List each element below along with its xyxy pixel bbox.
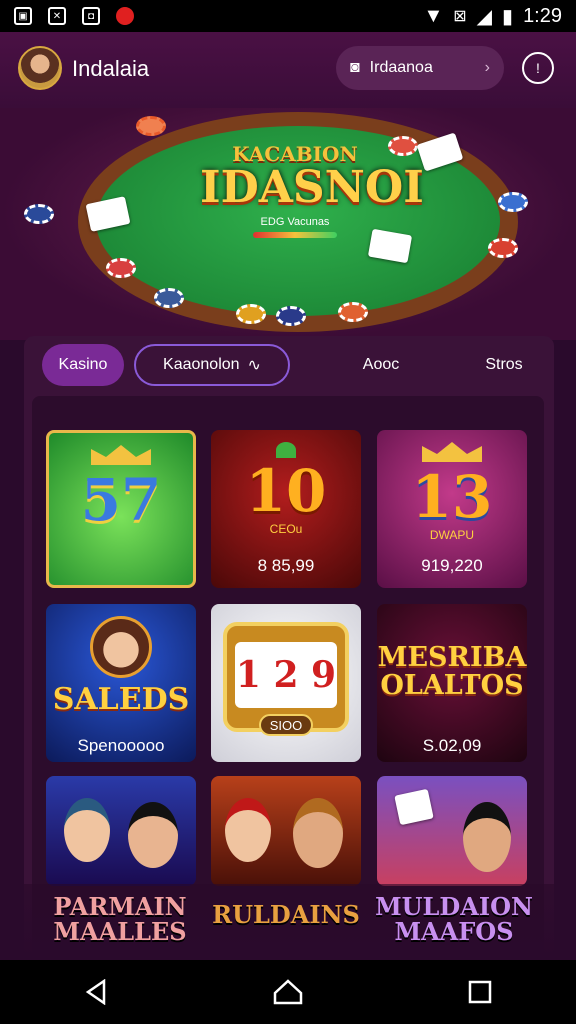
back-icon [85, 979, 106, 1005]
hero-tagline: EDG Vacunas [260, 216, 330, 228]
crown-icon [91, 445, 151, 465]
hero-banner[interactable]: KACABION IDASNOI EDG Vacunas [0, 108, 576, 340]
chip-icon [276, 306, 306, 326]
game-tile[interactable]: 57 [46, 430, 196, 588]
tab-aooc[interactable]: Aooc [348, 344, 414, 386]
notification-icons: ▣ ✕ ◘ [14, 7, 134, 25]
game-titles-row: PARMAIN MAALLES RULDAINS MULDAION MAAFOS [24, 884, 554, 960]
brand-name: Indalaia [72, 56, 150, 81]
crown-icon [422, 442, 482, 462]
character-portrait [64, 798, 110, 862]
game-tile[interactable]: 1 2 9 SIOO [211, 604, 361, 762]
chip-icon [338, 302, 368, 322]
tools-icon: ✕ [48, 7, 66, 25]
game-title[interactable]: PARMAIN MAALLES [40, 894, 200, 945]
home-button[interactable] [268, 972, 308, 1012]
system-icons: ▼ ⊠ ◢ ▮ 1:29 [423, 4, 562, 29]
game-tile[interactable]: 13 DWAPU 919,220 [377, 430, 527, 588]
account-pill[interactable]: ◙ Irdaanoa › [336, 46, 504, 90]
system-nav-bar [0, 960, 576, 1024]
info-button[interactable]: ! [522, 52, 554, 84]
game-number: 10 [245, 457, 327, 525]
game-title[interactable]: RULDAINS [206, 902, 366, 927]
slot-reels: 1 2 9 [235, 642, 337, 708]
slot-label: SIOO [259, 714, 313, 736]
game-tile[interactable] [211, 776, 361, 886]
camera-icon: ◙ [350, 59, 360, 76]
signal-icon: ◢ [476, 5, 493, 28]
status-bar: ▣ ✕ ◘ ▼ ⊠ ◢ ▮ 1:29 [0, 0, 576, 32]
avatar[interactable] [18, 46, 62, 90]
hero-progress-bar [253, 232, 337, 238]
battery-icon: ▮ [502, 5, 514, 28]
chevron-right-icon: › [484, 59, 490, 76]
game-tile[interactable]: MESRIBA OLALTOS S.02,09 [377, 604, 527, 762]
tab-label: Stros [485, 356, 523, 373]
recents-button[interactable] [460, 972, 500, 1012]
game-title[interactable]: MULDAION MAAFOS [374, 894, 534, 945]
tab-label: Aooc [362, 356, 400, 373]
tab-kaaonolon[interactable]: Kaaonolon ∿ [134, 344, 290, 386]
game-amount: 8 85,99 [257, 556, 315, 575]
chip-icon [154, 288, 184, 308]
chip-icon [236, 304, 266, 324]
game-title: MESRIBA OLALTOS [377, 642, 527, 702]
gallery-icon: ▣ [14, 7, 32, 25]
recents-icon [468, 980, 492, 1004]
hero-title-block: KACABION IDASNOI EDG Vacunas [200, 142, 424, 238]
photo-icon: ◘ [82, 7, 100, 25]
game-amount: 919,220 [421, 556, 483, 575]
chip-icon [488, 238, 518, 258]
wave-icon: ∿ [247, 357, 261, 374]
character-portrait [90, 616, 152, 678]
character-portrait [463, 802, 511, 872]
game-tile[interactable]: SALEDS Spenooooo [46, 604, 196, 762]
info-icon: ! [536, 60, 540, 76]
character-portrait [225, 798, 271, 862]
wifi-icon: ▼ [423, 4, 444, 27]
game-number: 57 [80, 466, 162, 534]
tab-kasino[interactable]: Kasino [42, 344, 124, 386]
game-amount: Spenooooo [77, 736, 165, 755]
character-portrait [293, 798, 343, 868]
game-tile[interactable] [377, 776, 527, 886]
game-caption: DWAPU [429, 528, 475, 542]
tab-label: Kasino [58, 356, 108, 373]
account-pill-label: Irdaanoa [369, 59, 433, 76]
clock: 1:29 [523, 4, 562, 27]
chip-icon [24, 204, 54, 224]
category-tabs: Kasino Kaaonolon ∿ Aooc Stros [24, 344, 554, 388]
game-title: SALEDS [52, 682, 190, 717]
game-number: 13 [411, 463, 493, 531]
app-header: Indalaia ◙ Irdaanoa › ! [0, 32, 576, 108]
chip-icon [106, 258, 136, 278]
record-icon [116, 7, 134, 25]
game-caption: CEOu [269, 522, 303, 536]
tab-label: Kaaonolon [163, 356, 240, 373]
playing-card-icon [394, 788, 434, 826]
hero-title: IDASNOI [200, 162, 424, 213]
mute-icon: ⊠ [453, 8, 467, 25]
chip-icon [136, 116, 166, 136]
chip-icon [388, 136, 418, 156]
tab-stros[interactable]: Stros [474, 344, 534, 386]
game-tile[interactable]: 10 CEOu 8 85,99 [211, 430, 361, 588]
character-portrait [128, 802, 178, 868]
home-icon [273, 979, 303, 1005]
leaf-icon [276, 442, 296, 458]
game-amount: S.02,09 [422, 736, 482, 755]
back-button[interactable] [76, 972, 116, 1012]
chip-icon [498, 192, 528, 212]
game-tile[interactable] [46, 776, 196, 886]
